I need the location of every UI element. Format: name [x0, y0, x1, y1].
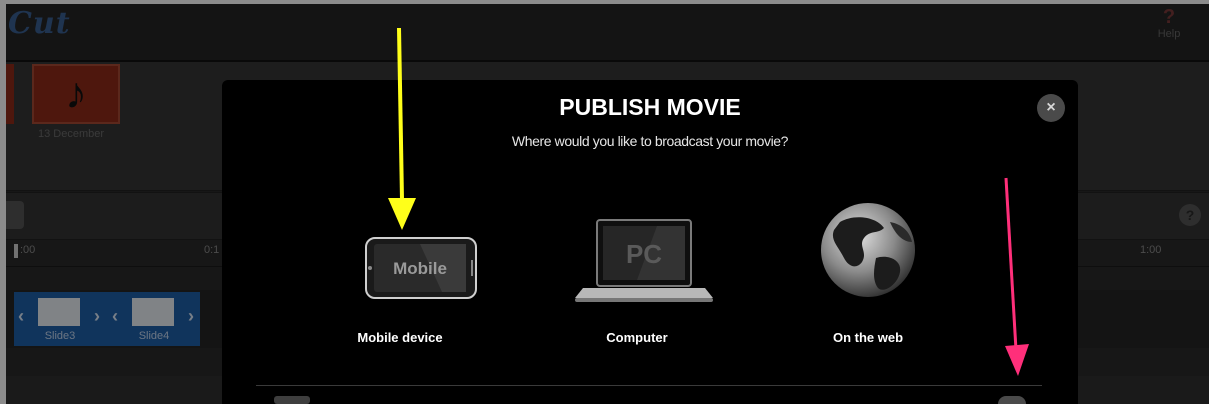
pink-arrow-head: [1005, 344, 1029, 376]
pink-arrow-shaft: [1004, 177, 1018, 351]
yellow-arrow-shaft: [397, 27, 404, 201]
yellow-arrow-head: [388, 198, 416, 230]
annotation-arrows: [388, 27, 1029, 376]
